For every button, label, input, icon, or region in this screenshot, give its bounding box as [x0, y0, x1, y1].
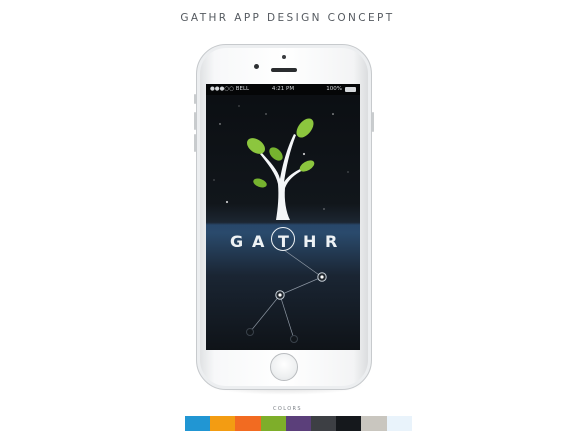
home-button[interactable]	[270, 353, 298, 381]
earpiece-speaker	[271, 68, 297, 72]
app-wordmark: G A T H R	[206, 227, 360, 254]
wordmark-letter: G	[230, 232, 244, 251]
power-button	[372, 112, 374, 132]
color-swatch	[336, 416, 362, 431]
wordmark-letter: R	[325, 232, 338, 251]
app-screen: ●●●○○ BELL 4:21 PM 100% G A T H R	[206, 84, 360, 350]
color-swatch	[310, 416, 337, 431]
wordmark-letter: T	[278, 232, 289, 251]
colors-label: COLORS	[272, 406, 303, 412]
wordmark-letter: H	[303, 232, 317, 251]
page-title: GATHR APP DESIGN CONCEPT	[180, 12, 395, 24]
front-camera-icon	[282, 55, 286, 59]
volume-down-button	[194, 134, 196, 152]
mute-switch	[194, 94, 196, 104]
color-swatch	[235, 416, 261, 431]
color-swatch	[185, 416, 211, 431]
wordmark-letter: A	[252, 232, 265, 251]
constellation	[249, 249, 323, 340]
color-palette	[185, 416, 412, 431]
app-artwork	[213, 105, 349, 343]
volume-up-button	[194, 112, 196, 130]
color-swatch	[361, 416, 387, 431]
tree-logo-icon	[246, 118, 315, 220]
proximity-sensor	[254, 64, 259, 69]
color-swatch	[285, 416, 311, 431]
color-swatch	[386, 416, 412, 431]
color-swatch	[260, 416, 286, 431]
constellation-nodes	[246, 272, 327, 343]
bright-star-icon	[302, 152, 306, 156]
color-swatch	[210, 416, 236, 431]
